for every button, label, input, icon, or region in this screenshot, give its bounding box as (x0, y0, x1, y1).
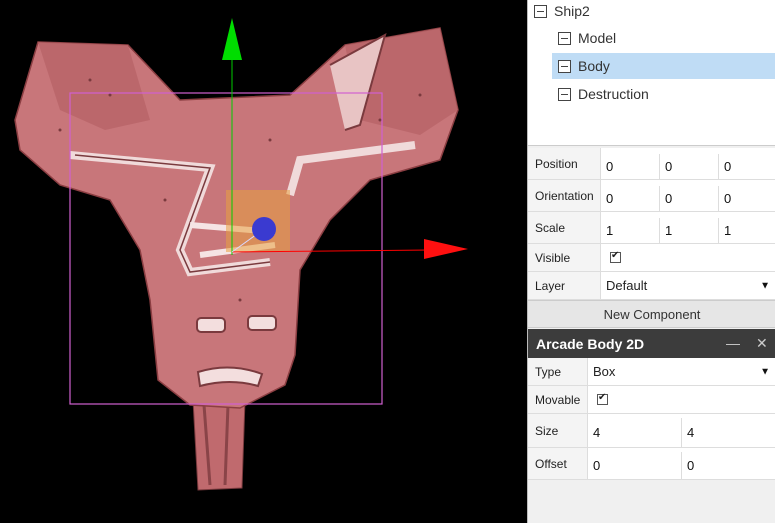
x-axis-arrow-icon[interactable] (424, 239, 468, 259)
layer-select[interactable]: Default ▼ (601, 272, 775, 299)
layer-row: Layer Default ▼ (528, 272, 775, 300)
size-row: Size 4 4 (528, 414, 775, 448)
layer-label: Layer (528, 272, 601, 299)
orientation-z-input[interactable]: 0 (719, 186, 775, 211)
offset-x-input[interactable]: 0 (588, 452, 682, 479)
orientation-x-input[interactable]: 0 (601, 186, 660, 211)
tree-item-ship2[interactable]: Ship2 (534, 0, 774, 24)
dropdown-arrow-icon: ▼ (760, 366, 770, 377)
size-label: Size (528, 414, 588, 447)
collapse-icon[interactable] (558, 87, 571, 101)
position-row: Position 0 0 0 (528, 148, 775, 180)
component-title: Arcade Body 2D (536, 335, 645, 352)
tree-item-label: Model (578, 30, 617, 46)
visible-cell (601, 244, 775, 271)
movable-checkbox[interactable] (597, 392, 608, 405)
type-value: Box (593, 364, 616, 379)
tree-item-destruction[interactable]: Destruction (552, 81, 774, 107)
new-component-button[interactable]: New Component (528, 300, 775, 328)
ship-model[interactable] (14, 27, 459, 491)
type-row: Type Box ▼ (528, 358, 775, 386)
collapse-icon[interactable] (534, 4, 547, 18)
z-axis-handle-icon[interactable] (252, 217, 276, 241)
visible-row: Visible (528, 244, 775, 272)
close-icon[interactable]: ✕ (756, 335, 768, 352)
inspector-panel: Ship2 Model Body Destruction Position 0 … (527, 0, 775, 523)
minimize-icon[interactable]: — (726, 335, 740, 351)
position-z-input[interactable]: 0 (719, 154, 775, 179)
size-y-input[interactable]: 4 (682, 418, 775, 447)
collapse-icon[interactable] (558, 59, 571, 73)
movable-label: Movable (528, 386, 588, 413)
tree-item-model[interactable]: Model (552, 25, 774, 51)
size-x-input[interactable]: 4 (588, 418, 682, 447)
movable-cell (588, 386, 775, 413)
y-axis-arrow-icon[interactable] (222, 18, 242, 60)
position-y-input[interactable]: 0 (660, 154, 719, 179)
orientation-y-input[interactable]: 0 (660, 186, 719, 211)
hierarchy-tree: Ship2 Model Body Destruction (528, 0, 775, 146)
visible-checkbox[interactable] (610, 250, 621, 263)
offset-row: Offset 0 0 (528, 448, 775, 480)
position-label: Position (528, 148, 601, 179)
collapse-icon[interactable] (558, 31, 571, 45)
component-header: Arcade Body 2D — ✕ (528, 329, 775, 358)
scale-x-input[interactable]: 1 (601, 218, 660, 243)
offset-label: Offset (528, 448, 588, 479)
orientation-label: Orientation (528, 180, 601, 211)
dropdown-arrow-icon: ▼ (760, 280, 770, 291)
tree-item-label: Destruction (578, 86, 649, 102)
movable-row: Movable (528, 386, 775, 414)
position-x-input[interactable]: 0 (601, 154, 660, 179)
orientation-row: Orientation 0 0 0 (528, 180, 775, 212)
offset-y-input[interactable]: 0 (682, 452, 775, 479)
scene-viewport[interactable] (0, 0, 527, 523)
scene-canvas[interactable] (0, 0, 527, 523)
scale-y-input[interactable]: 1 (660, 218, 719, 243)
tree-item-label: Ship2 (554, 3, 590, 19)
layer-value: Default (606, 278, 648, 293)
scale-z-input[interactable]: 1 (719, 218, 775, 243)
scale-label: Scale (528, 212, 601, 243)
tree-item-body[interactable]: Body (552, 53, 775, 79)
type-label: Type (528, 358, 588, 385)
visible-label: Visible (528, 244, 601, 271)
scale-row: Scale 1 1 1 (528, 212, 775, 244)
type-select[interactable]: Box ▼ (588, 358, 775, 385)
tree-item-label: Body (578, 58, 610, 74)
